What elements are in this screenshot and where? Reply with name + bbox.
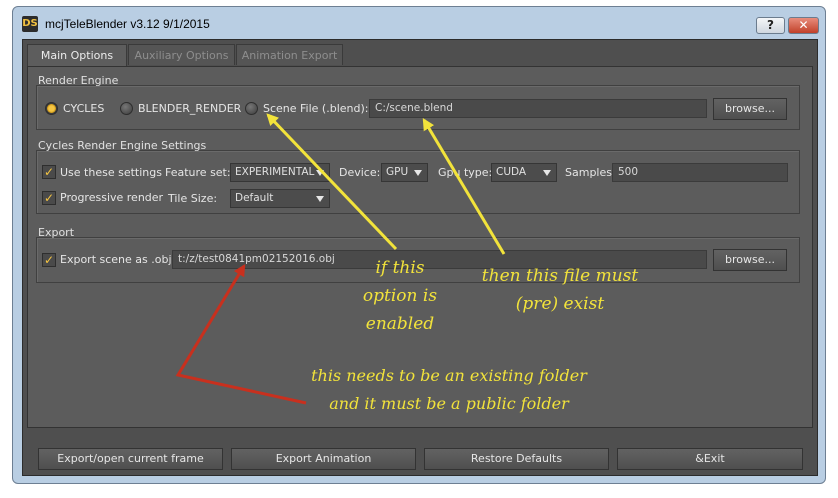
annotation-arrow-file xyxy=(422,117,506,255)
annotation-arrow-folder xyxy=(175,263,307,405)
annotation-note-file: then this file must (pre) exist xyxy=(481,266,639,314)
annotation-overlay xyxy=(175,113,506,405)
annotation-note-folder: this needs to be an existing folder and … xyxy=(311,366,587,413)
annotation-arrow-option xyxy=(266,113,398,251)
annotation-note-option: if this option is enabled xyxy=(362,258,438,334)
